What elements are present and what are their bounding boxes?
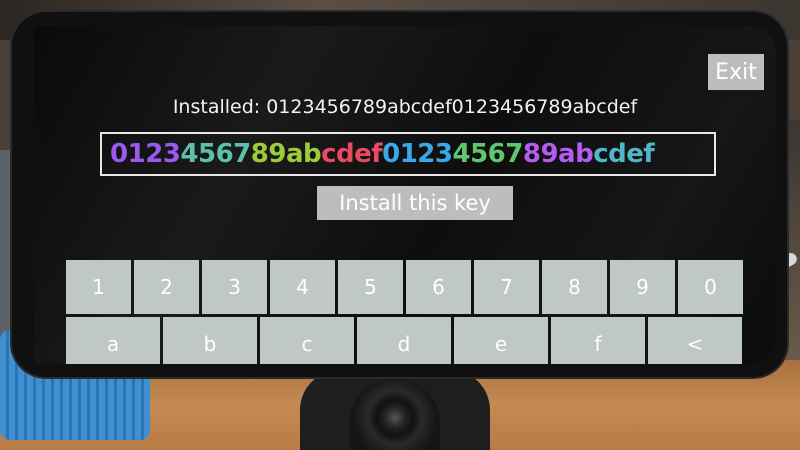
- key-char: b: [575, 139, 594, 169]
- key-char: e: [626, 139, 644, 169]
- key-char: 0: [110, 139, 128, 169]
- key-char: c: [593, 139, 609, 169]
- key-char: e: [354, 139, 372, 169]
- key-char: 5: [197, 139, 216, 169]
- key-char: 8: [522, 139, 541, 169]
- key-char: 5: [470, 139, 488, 169]
- key-4[interactable]: 4: [270, 260, 335, 314]
- key-0[interactable]: 0: [678, 260, 743, 314]
- key-char: f: [371, 139, 383, 169]
- key-5[interactable]: 5: [338, 260, 403, 314]
- key-char: 9: [540, 139, 559, 169]
- key-char: 2: [145, 139, 163, 169]
- key-7[interactable]: 7: [474, 260, 539, 314]
- key-9[interactable]: 9: [610, 260, 675, 314]
- key-char: 0: [382, 139, 400, 169]
- key-c[interactable]: c: [260, 317, 354, 364]
- key-char: 8: [250, 139, 269, 169]
- key-char: a: [558, 139, 576, 169]
- key-char: 2: [417, 139, 435, 169]
- key-8[interactable]: 8: [542, 260, 607, 314]
- key-char: 4: [180, 139, 198, 169]
- key-d[interactable]: d: [357, 317, 451, 364]
- key-char: c: [321, 139, 337, 169]
- key-char: 3: [162, 139, 181, 169]
- phone-device: Exit Installed: 0123456789abcdef01234567…: [12, 12, 787, 377]
- key-char: 7: [233, 139, 251, 169]
- key-3[interactable]: 3: [202, 260, 267, 314]
- backspace-key[interactable]: <: [648, 317, 742, 364]
- key-char: f: [643, 139, 655, 169]
- key-e[interactable]: e: [454, 317, 548, 364]
- key-char: b: [302, 139, 322, 169]
- keyboard-row-letters: a b c d e f <: [66, 317, 746, 364]
- key-b[interactable]: b: [163, 317, 257, 364]
- hex-keyboard: 1234567890 a b c d e f <: [66, 260, 746, 364]
- key-char: d: [336, 139, 355, 169]
- key-f[interactable]: f: [551, 317, 645, 364]
- key-char: 3: [434, 139, 453, 169]
- exit-button[interactable]: Exit: [708, 54, 764, 90]
- key-char: d: [608, 139, 627, 169]
- key-2[interactable]: 2: [134, 260, 199, 314]
- key-a[interactable]: a: [66, 317, 160, 364]
- key-char: 1: [127, 139, 146, 169]
- install-key-button[interactable]: Install this key: [317, 186, 513, 220]
- key-char: 1: [399, 139, 418, 169]
- key-char: 7: [505, 139, 523, 169]
- key-6[interactable]: 6: [406, 260, 471, 314]
- key-char: a: [285, 139, 304, 169]
- key-char: 6: [487, 139, 506, 169]
- key-1[interactable]: 1: [66, 260, 131, 314]
- key-char: 4: [452, 139, 471, 169]
- key-input-field[interactable]: 0123456789abcdef0123456789abcdef: [100, 132, 716, 176]
- keyboard-row-digits: 1234567890: [66, 260, 746, 314]
- key-char: 6: [215, 139, 234, 169]
- installed-key-label: Installed: 0123456789abcdef0123456789abc…: [172, 96, 638, 118]
- phone-screen: Exit Installed: 0123456789abcdef01234567…: [34, 26, 776, 364]
- key-char: 9: [268, 139, 286, 169]
